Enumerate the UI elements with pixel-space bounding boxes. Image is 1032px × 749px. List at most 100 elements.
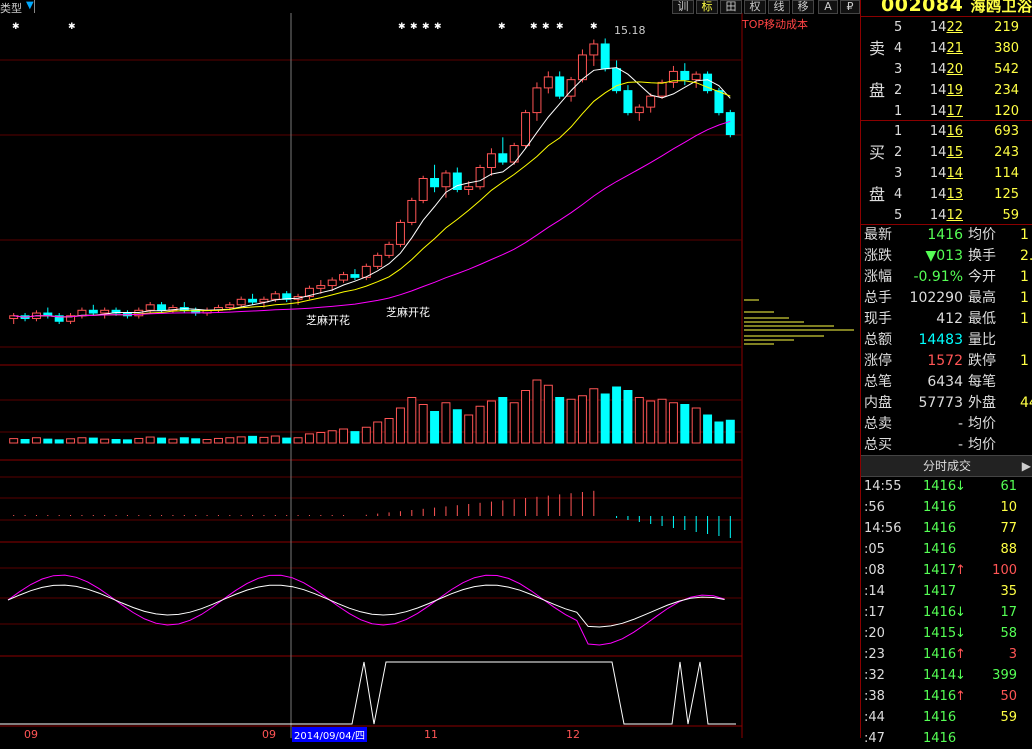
tick-row[interactable]: :56 1416 10 <box>861 497 1032 518</box>
candle-body <box>248 298 258 303</box>
tick-row[interactable]: :32 1414 ↓ 399 <box>861 665 1032 686</box>
volume-bar <box>612 386 622 444</box>
tick-list-expand-icon[interactable]: ▶ <box>1022 456 1031 476</box>
buy-price: 1415 <box>929 145 963 160</box>
volume-bar <box>486 400 496 444</box>
annotation-zhima-2: 芝麻开花 <box>386 306 430 319</box>
buy-level: 4 <box>894 187 903 202</box>
candle-body <box>577 54 587 81</box>
tick-row[interactable]: 14:56 1416 77 <box>861 518 1032 539</box>
quote-label: 总手 <box>864 290 892 306</box>
quote-row: 总笔 6434 每笔 <box>861 372 1032 393</box>
volume-bar <box>31 437 41 444</box>
tick-time: :44 <box>864 710 885 725</box>
toolbar-divider <box>34 0 35 13</box>
volume-bar <box>54 439 64 444</box>
signal-star-icon: ✱ <box>530 22 538 32</box>
sell-level: 5 <box>894 20 903 35</box>
tick-price: 1416 <box>923 731 957 746</box>
tick-row[interactable]: :08 1417 ↑ 100 <box>861 560 1032 581</box>
ma-line-5 <box>13 67 731 318</box>
buy-row[interactable]: 2 1415 243 <box>861 142 1032 163</box>
tick-list-title[interactable]: 分时成交 ▶ <box>861 455 1032 477</box>
buy-row[interactable]: 4 1413 125 <box>861 184 1032 205</box>
tick-row[interactable]: :05 1416 88 <box>861 539 1032 560</box>
tick-row[interactable]: :23 1416 ↑ 3 <box>861 644 1032 665</box>
buy-level: 1 <box>894 124 903 139</box>
signal-star-icon: ✱ <box>498 22 506 32</box>
kline-chart-area[interactable] <box>0 0 860 738</box>
candle-body <box>441 172 451 188</box>
candle-body <box>236 298 246 306</box>
candle-body <box>88 309 98 314</box>
tick-direction-icon: ↑ <box>955 563 966 578</box>
chart-type-label[interactable]: 类型 <box>0 0 22 16</box>
tick-row[interactable]: :14 1417 35 <box>861 581 1032 602</box>
signal-star-icon: ✱ <box>590 22 598 32</box>
volume-bar <box>464 414 474 444</box>
tick-time: :20 <box>864 626 885 641</box>
x-tick-11: 11 <box>424 728 438 741</box>
tick-volume: 77 <box>1000 521 1017 536</box>
tick-direction-icon: ↓ <box>955 605 966 620</box>
toolbar-button-0[interactable]: 训 <box>672 0 694 14</box>
volume-bar <box>282 437 292 444</box>
annotation-zhima-1: 芝麻开花 <box>306 314 350 327</box>
candle-body <box>225 304 235 309</box>
candle-body <box>157 304 167 311</box>
quote-value: - <box>957 437 963 453</box>
candle-body <box>327 279 337 287</box>
toolbar-button-6[interactable]: A <box>818 0 838 14</box>
buy-row[interactable]: 3 1414 114 <box>861 163 1032 184</box>
toolbar-button-4[interactable]: 线 <box>768 0 790 14</box>
quote-label-2: 每笔 <box>968 374 996 390</box>
candle-body <box>464 186 474 190</box>
toolbar-button-7[interactable]: ₽ <box>840 0 860 14</box>
tick-row[interactable]: :17 1416 ↓ 17 <box>861 602 1032 623</box>
sell-row[interactable]: 4 1421 380 <box>861 38 1032 59</box>
quote-value-2: 1 <box>1020 290 1029 306</box>
volume-bar <box>122 439 132 444</box>
tick-row[interactable]: :20 1415 ↓ 58 <box>861 623 1032 644</box>
tick-time: :08 <box>864 563 885 578</box>
tick-row[interactable]: :44 1416 59 <box>861 707 1032 728</box>
quote-label-2: 换手 <box>968 248 996 264</box>
sell-row[interactable]: 2 1419 234 <box>861 80 1032 101</box>
x-tick-mid: 09 <box>262 728 276 741</box>
sell-row[interactable]: 3 1420 542 <box>861 59 1032 80</box>
quote-row: 现手 412 最低 1 <box>861 309 1032 330</box>
chart-toolbar: 类型 ▼ 训标田权线移 A ₽ <box>0 0 860 16</box>
toolbar-button-3[interactable]: 权 <box>744 0 766 14</box>
tick-row[interactable]: :38 1416 ↑ 50 <box>861 686 1032 707</box>
candle-body <box>384 243 394 256</box>
volume-bar <box>43 438 53 444</box>
volume-bar <box>725 419 735 444</box>
quote-row: 涨跌 ▼013换手 2. <box>861 246 1032 267</box>
candle-body <box>418 178 428 201</box>
quote-row: 涨幅 -0.91% 今开 1 <box>861 267 1032 288</box>
buy-level: 3 <box>894 166 903 181</box>
chart-type-dropdown-icon[interactable]: ▼ <box>26 0 34 11</box>
ma-line-10 <box>13 80 731 318</box>
volume-bar <box>145 436 155 444</box>
quote-value: -0.91% <box>913 269 963 285</box>
sell-row[interactable]: 1 1417 120 <box>861 101 1032 122</box>
stock-code: 002084 <box>881 0 964 16</box>
toolbar-button-1[interactable]: 标 <box>696 0 718 14</box>
toolbar-button-2[interactable]: 田 <box>720 0 742 14</box>
kline-chart-svg[interactable] <box>0 0 860 738</box>
tick-row[interactable]: :47 1416 <box>861 728 1032 749</box>
quote-label-2: 均价 <box>968 437 996 453</box>
tick-time: :05 <box>864 542 885 557</box>
tick-direction-icon: ↑ <box>955 689 966 704</box>
buy-row[interactable]: 5 1412 59 <box>861 205 1032 226</box>
tick-row[interactable]: 14:55 1416 ↓ 61 <box>861 476 1032 497</box>
kdj-j-line <box>7 574 725 646</box>
volume-bar <box>111 439 121 444</box>
quote-label-2: 最高 <box>968 290 996 306</box>
toolbar-button-5[interactable]: 移 <box>792 0 814 14</box>
sell-row[interactable]: 5 1422 219 <box>861 17 1032 38</box>
candle-body <box>657 81 667 97</box>
candle-body <box>555 76 565 97</box>
buy-row[interactable]: 1 1416 693 <box>861 121 1032 142</box>
